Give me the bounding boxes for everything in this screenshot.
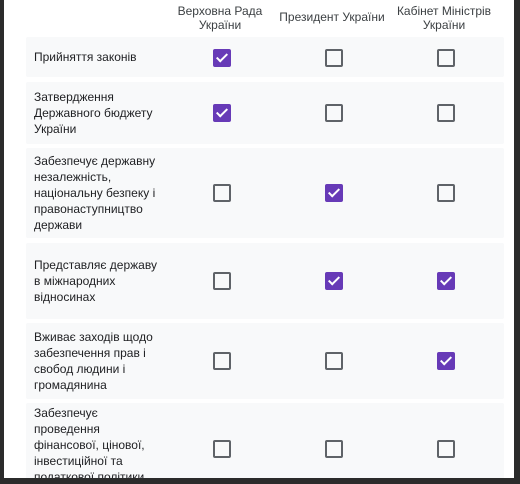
row-label: Забезпечує проведення фінансової, ціново… <box>34 406 145 478</box>
column-header-verkhovna-rada: Верховна Рада України <box>177 4 263 32</box>
column-header-cabinet: Кабінет Міністрів України <box>396 4 492 32</box>
checkbox-r2-c2[interactable] <box>325 104 343 122</box>
grid-row-3: Забезпечує державну незалежність, націон… <box>26 148 504 238</box>
checkbox-grid: Верховна Рада України Президент України … <box>26 0 504 478</box>
grid-row-4: Представляє державу в міжнародних віднос… <box>26 243 504 319</box>
row-label: Забезпечує державну незалежність, націон… <box>34 154 156 232</box>
row-label: Прийняття законів <box>34 50 137 64</box>
grid-header: Верховна Рада України Президент України … <box>26 0 504 34</box>
checkbox-r2-c3[interactable] <box>437 104 455 122</box>
checkbox-r3-c1[interactable] <box>213 184 231 202</box>
checkbox-r1-c2[interactable] <box>325 49 343 67</box>
checkbox-r3-c2[interactable] <box>325 184 343 202</box>
checkbox-r5-c1[interactable] <box>213 352 231 370</box>
checkbox-r4-c2[interactable] <box>325 272 343 290</box>
row-label: Представляє державу в міжнародних віднос… <box>34 258 157 304</box>
window-frame-left <box>0 0 4 484</box>
checkbox-r6-c2[interactable] <box>325 440 343 458</box>
grid-row-1: Прийняття законів <box>26 37 504 77</box>
window-frame-right <box>514 0 520 484</box>
checkbox-r5-c3[interactable] <box>437 352 455 370</box>
checkbox-r6-c3[interactable] <box>437 440 455 458</box>
checkbox-r1-c1[interactable] <box>213 49 231 67</box>
row-label: Вживає заходів щодо забезпечення прав і … <box>34 330 153 392</box>
grid-row-2: Затвердження Державного бюджету України <box>26 82 504 144</box>
checkbox-r4-c1[interactable] <box>213 272 231 290</box>
column-header-president: Президент України <box>279 10 385 24</box>
grid-row-6: Забезпечує проведення фінансової, ціново… <box>26 403 504 478</box>
checkbox-r3-c3[interactable] <box>437 184 455 202</box>
checkbox-r5-c2[interactable] <box>325 352 343 370</box>
checkbox-r1-c3[interactable] <box>437 49 455 67</box>
checkbox-r6-c1[interactable] <box>213 440 231 458</box>
grid-row-5: Вживає заходів щодо забезпечення прав і … <box>26 323 504 399</box>
checkbox-r2-c1[interactable] <box>213 104 231 122</box>
window-frame-bottom <box>0 478 520 484</box>
checkbox-r4-c3[interactable] <box>437 272 455 290</box>
row-label: Затвердження Державного бюджету України <box>34 90 153 136</box>
